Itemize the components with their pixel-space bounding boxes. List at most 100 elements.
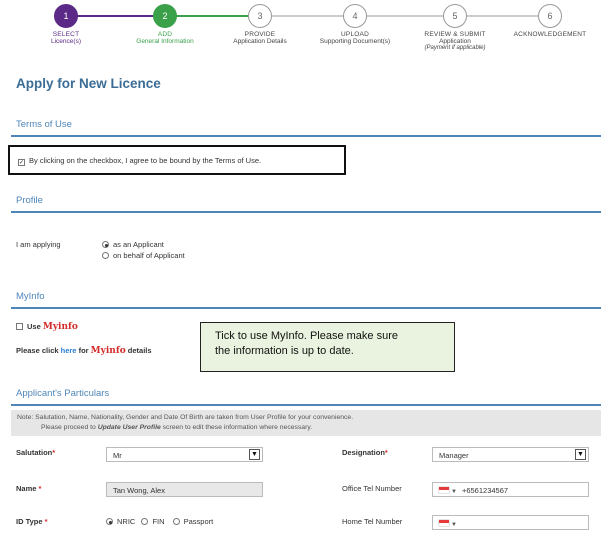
radio-selected-icon [106, 518, 113, 525]
step-label: REVIEW & SUBMIT [424, 31, 486, 38]
terms-highlight-box: ✓ By clicking on the checkbox, I agree to… [8, 145, 346, 175]
office-tel-label: Office Tel Number [342, 484, 402, 493]
country-flag-icon[interactable] [439, 520, 449, 526]
terms-section-title: Terms of Use [16, 119, 72, 130]
applying-label: I am applying [16, 240, 61, 249]
callout-line-1: Tick to use MyInfo. Please make sure [215, 330, 398, 342]
step-number: 1 [54, 4, 78, 28]
click-for: for [78, 346, 89, 355]
myinfo-section-title: MyInfo [16, 291, 45, 302]
office-tel-value: +6561234567 [461, 486, 509, 495]
radio-as-applicant[interactable]: as an Applicant [102, 240, 164, 249]
designation-select[interactable]: Manager ▼ [432, 447, 589, 462]
chevron-down-icon: ▼ [249, 449, 260, 460]
salutation-value: Mr [113, 451, 122, 460]
step-sublabel: Application Details [233, 38, 287, 45]
chevron-down-icon: ▼ [451, 522, 457, 528]
step-sublabel: General Information [136, 38, 194, 45]
radio-nric[interactable]: NRIC [106, 517, 135, 526]
page-title: Apply for New Licence [16, 76, 161, 91]
step-4: 4 UPLOAD Supporting Document(s) [300, 4, 410, 45]
radio-label: on behalf of Applicant [113, 251, 185, 260]
step-1[interactable]: 1 SELECT Licence(s) [11, 4, 121, 45]
name-field[interactable]: Tan Wong, Alex [106, 482, 263, 497]
step-sublabel: Application [439, 38, 471, 45]
use-myinfo-label: Use [27, 322, 41, 331]
home-tel-label: Home Tel Number [342, 517, 403, 526]
myinfo-tooltip-callout: Tick to use MyInfo. Please make sure the… [200, 322, 455, 372]
radio-label: NRIC [117, 517, 136, 526]
office-tel-field[interactable]: ▼ +6561234567 [432, 482, 589, 497]
radio-unselected-icon [141, 518, 149, 525]
use-myinfo-checkbox[interactable] [16, 323, 23, 330]
radio-fin[interactable]: FIN [141, 517, 165, 526]
section-divider [11, 135, 601, 137]
radio-label: Passport [183, 517, 214, 526]
home-tel-field[interactable]: ▼ [432, 515, 589, 530]
step-sublabel: Licence(s) [51, 38, 81, 45]
step-6: 6 ACKNOWLEDGEMENT [495, 4, 605, 38]
salutation-select[interactable]: Mr ▼ [106, 447, 263, 462]
section-divider [11, 307, 601, 309]
id-type-radio-group: NRIC FIN Passport [106, 517, 213, 526]
callout-line-2: the information is up to date. [215, 345, 354, 357]
required-mark: * [44, 517, 48, 526]
step-sublabel: Supporting Document(s) [319, 38, 391, 45]
note-suffix: screen to edit these information where n… [162, 424, 313, 431]
designation-label-text: Designation [342, 448, 385, 457]
note-prefix: Please proceed to [41, 424, 96, 431]
step-number: 5 [443, 4, 467, 28]
step-label: UPLOAD [341, 31, 369, 38]
step-5: 5 REVIEW & SUBMIT Application (Payment i… [400, 4, 510, 51]
designation-value: Manager [439, 451, 469, 460]
myinfo-logo: Myinfo [42, 322, 78, 332]
step-label: ACKNOWLEDGEMENT [513, 31, 587, 38]
radio-unselected-icon [102, 252, 109, 259]
step-number: 6 [538, 4, 562, 28]
step-number: 4 [343, 4, 367, 28]
id-type-label-text: ID Type [16, 517, 43, 526]
id-type-label: ID Type * [16, 517, 48, 526]
click-prefix: Please click [16, 346, 59, 355]
step-label: SELECT [52, 31, 80, 38]
particulars-section-title: Applicant's Particulars [16, 388, 110, 399]
step-number: 3 [248, 4, 272, 28]
designation-label: Designation* [342, 448, 388, 457]
note-line-1: Note: Salutation, Name, Nationality, Gen… [17, 414, 354, 421]
step-label: ADD [157, 31, 173, 38]
step-3: 3 PROVIDE Application Details [205, 4, 315, 45]
salutation-label: Salutation* [16, 448, 55, 457]
chevron-down-icon: ▼ [451, 489, 457, 495]
required-mark: * [384, 448, 388, 457]
salutation-label-text: Salutation [16, 448, 53, 457]
country-flag-icon[interactable] [439, 487, 449, 493]
step-number: 2 [153, 4, 177, 28]
step-note: (Payment if applicable) [424, 45, 486, 51]
myinfo-details-line: Please click here for Myinfo details [16, 346, 152, 356]
required-mark: * [38, 484, 42, 493]
radio-unselected-icon [172, 518, 180, 525]
note-line-2: Please proceed to Update User Profile sc… [17, 423, 601, 433]
update-user-profile-link[interactable]: Update User Profile [98, 424, 161, 431]
radio-label: as an Applicant [113, 240, 164, 249]
progress-stepper: 1 SELECT Licence(s) 2 ADD General Inform… [0, 0, 616, 62]
step-label: PROVIDE [244, 31, 276, 38]
name-label-text: Name [16, 484, 37, 493]
radio-passport[interactable]: Passport [172, 517, 214, 526]
myinfo-here-link[interactable]: here [61, 346, 77, 355]
section-divider [11, 404, 601, 406]
step-2[interactable]: 2 ADD General Information [110, 4, 220, 45]
section-divider [11, 211, 601, 213]
radio-label: FIN [152, 517, 165, 526]
radio-on-behalf[interactable]: on behalf of Applicant [102, 251, 185, 260]
required-mark: * [52, 448, 56, 457]
click-suffix: details [127, 346, 152, 355]
use-myinfo-option[interactable]: Use Myinfo [16, 322, 78, 332]
name-label: Name * [16, 484, 41, 493]
myinfo-logo: Myinfo [90, 346, 126, 356]
profile-note: Note: Salutation, Name, Nationality, Gen… [11, 410, 601, 436]
terms-checkbox-label: By clicking on the checkbox, I agree to … [29, 156, 262, 165]
terms-checkbox[interactable]: ✓ [18, 159, 25, 166]
profile-section-title: Profile [16, 195, 43, 206]
radio-selected-icon [102, 241, 109, 248]
